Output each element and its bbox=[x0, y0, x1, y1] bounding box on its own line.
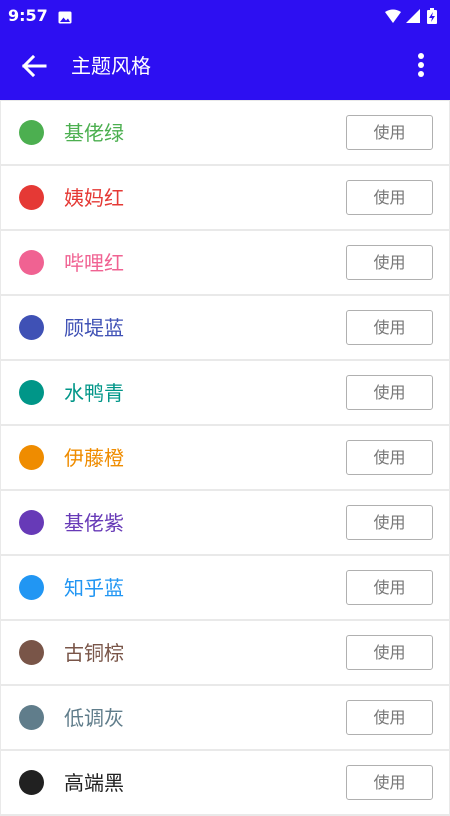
use-button[interactable]: 使用 bbox=[346, 635, 433, 670]
color-swatch bbox=[19, 770, 44, 795]
use-button[interactable]: 使用 bbox=[346, 310, 433, 345]
theme-name: 哔哩红 bbox=[64, 251, 124, 275]
use-button[interactable]: 使用 bbox=[346, 375, 433, 410]
signal-icon bbox=[406, 9, 420, 23]
back-button[interactable] bbox=[14, 46, 54, 86]
theme-row[interactable]: 哔哩红 使用 bbox=[1, 231, 449, 294]
use-button[interactable]: 使用 bbox=[346, 440, 433, 475]
theme-name: 基佬绿 bbox=[64, 121, 124, 145]
theme-row[interactable]: 顾堤蓝 使用 bbox=[1, 296, 449, 359]
wifi-icon bbox=[385, 9, 401, 23]
color-swatch bbox=[19, 250, 44, 275]
app-bar: 主题风格 bbox=[0, 32, 450, 100]
page-title: 主题风格 bbox=[71, 54, 151, 78]
theme-name: 高端黑 bbox=[64, 771, 124, 795]
theme-name: 顾堤蓝 bbox=[64, 316, 124, 340]
color-swatch bbox=[19, 380, 44, 405]
theme-row[interactable]: 伊藤橙 使用 bbox=[1, 426, 449, 489]
use-button[interactable]: 使用 bbox=[346, 570, 433, 605]
theme-row[interactable]: 基佬绿 使用 bbox=[1, 101, 449, 164]
arrow-left-icon bbox=[21, 54, 47, 78]
more-options-button[interactable] bbox=[406, 46, 436, 86]
use-button[interactable]: 使用 bbox=[346, 505, 433, 540]
use-button[interactable]: 使用 bbox=[346, 765, 433, 800]
theme-name: 低调灰 bbox=[64, 706, 124, 730]
theme-name: 水鸭青 bbox=[64, 381, 124, 405]
use-button[interactable]: 使用 bbox=[346, 700, 433, 735]
theme-row[interactable]: 高端黑 使用 bbox=[1, 751, 449, 814]
color-swatch bbox=[19, 705, 44, 730]
theme-name: 古铜棕 bbox=[64, 641, 124, 665]
status-icons bbox=[384, 8, 442, 24]
theme-name: 姨妈红 bbox=[64, 186, 124, 210]
use-button[interactable]: 使用 bbox=[346, 245, 433, 280]
theme-name: 知乎蓝 bbox=[64, 576, 124, 600]
battery-charging-icon bbox=[427, 8, 437, 24]
theme-name: 基佬紫 bbox=[64, 511, 124, 535]
color-swatch bbox=[19, 185, 44, 210]
more-vertical-icon bbox=[418, 53, 424, 77]
theme-row[interactable]: 低调灰 使用 bbox=[1, 686, 449, 749]
theme-list: 基佬绿 使用 姨妈红 使用 哔哩红 使用 顾堤蓝 使用 水鸭青 使用 伊藤橙 使用 基佬紫 使用 知乎蓝 使用… bbox=[0, 100, 450, 816]
color-swatch bbox=[19, 315, 44, 340]
gallery-icon bbox=[58, 9, 72, 24]
theme-name: 伊藤橙 bbox=[64, 446, 124, 470]
color-swatch bbox=[19, 510, 44, 535]
color-swatch bbox=[19, 575, 44, 600]
status-time: 9:57 bbox=[8, 6, 48, 25]
use-button[interactable]: 使用 bbox=[346, 180, 433, 215]
color-swatch bbox=[19, 640, 44, 665]
color-swatch bbox=[19, 445, 44, 470]
use-button[interactable]: 使用 bbox=[346, 115, 433, 150]
theme-row[interactable]: 知乎蓝 使用 bbox=[1, 556, 449, 619]
color-swatch bbox=[19, 120, 44, 145]
theme-row[interactable]: 姨妈红 使用 bbox=[1, 166, 449, 229]
theme-row[interactable]: 基佬紫 使用 bbox=[1, 491, 449, 554]
theme-row[interactable]: 水鸭青 使用 bbox=[1, 361, 449, 424]
status-bar: 9:57 bbox=[0, 0, 450, 32]
theme-row[interactable]: 古铜棕 使用 bbox=[1, 621, 449, 684]
